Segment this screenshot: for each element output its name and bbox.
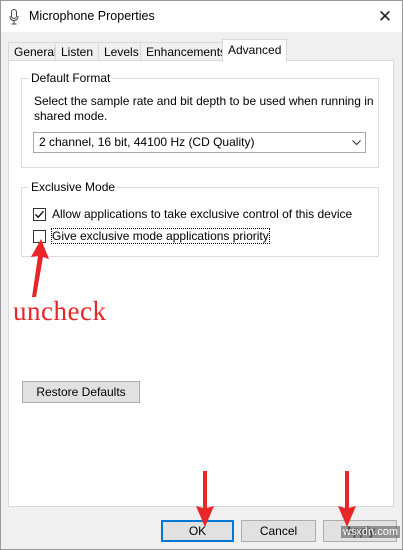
tab-advanced[interactable]: Advanced bbox=[222, 39, 288, 62]
sample-rate-value: 2 channel, 16 bit, 44100 Hz (CD Quality) bbox=[39, 135, 255, 149]
exclusive-priority-label: Give exclusive mode applications priorit… bbox=[51, 228, 270, 244]
microphone-icon bbox=[9, 9, 19, 25]
annotation-arrow-down-apply-icon bbox=[338, 471, 356, 527]
default-format-legend: Default Format bbox=[29, 71, 113, 85]
close-button[interactable]: ✕ bbox=[368, 1, 402, 32]
cancel-button[interactable]: Cancel bbox=[241, 520, 316, 542]
exclusive-mode-group: Exclusive Mode Allow applications to tak… bbox=[21, 180, 379, 257]
allow-exclusive-label: Allow applications to take exclusive con… bbox=[52, 207, 353, 221]
allow-exclusive-option[interactable]: Allow applications to take exclusive con… bbox=[33, 206, 352, 222]
tab-listen[interactable]: Listen bbox=[55, 42, 100, 60]
annotation-arrow-down-ok-icon bbox=[196, 471, 214, 527]
annotation-arrow-up-icon bbox=[31, 239, 49, 297]
checkmark-icon bbox=[35, 210, 45, 218]
tab-levels[interactable]: Levels bbox=[98, 42, 145, 60]
exclusive-priority-option[interactable]: Give exclusive mode applications priorit… bbox=[33, 228, 270, 244]
default-format-description: Select the sample rate and bit depth to … bbox=[34, 94, 374, 123]
exclusive-mode-legend: Exclusive Mode bbox=[29, 180, 118, 194]
close-icon: ✕ bbox=[377, 6, 393, 26]
chevron-down-icon bbox=[352, 140, 361, 146]
restore-defaults-button[interactable]: Restore Defaults bbox=[22, 381, 140, 403]
advanced-tab-panel: Default Format Select the sample rate an… bbox=[8, 60, 394, 507]
watermark: wsxdn.com bbox=[340, 526, 400, 538]
annotation-text: uncheck bbox=[13, 296, 107, 326]
window-title: Microphone Properties bbox=[29, 9, 155, 23]
allow-exclusive-checkbox[interactable] bbox=[33, 207, 46, 221]
default-format-group: Default Format Select the sample rate an… bbox=[21, 71, 379, 168]
sample-rate-select[interactable]: 2 channel, 16 bit, 44100 Hz (CD Quality) bbox=[33, 132, 366, 153]
title-bar: Microphone Properties ✕ bbox=[1, 1, 402, 32]
tab-enhancements[interactable]: Enhancements bbox=[140, 42, 233, 60]
properties-window: Microphone Properties ✕ General Listen L… bbox=[0, 0, 403, 550]
